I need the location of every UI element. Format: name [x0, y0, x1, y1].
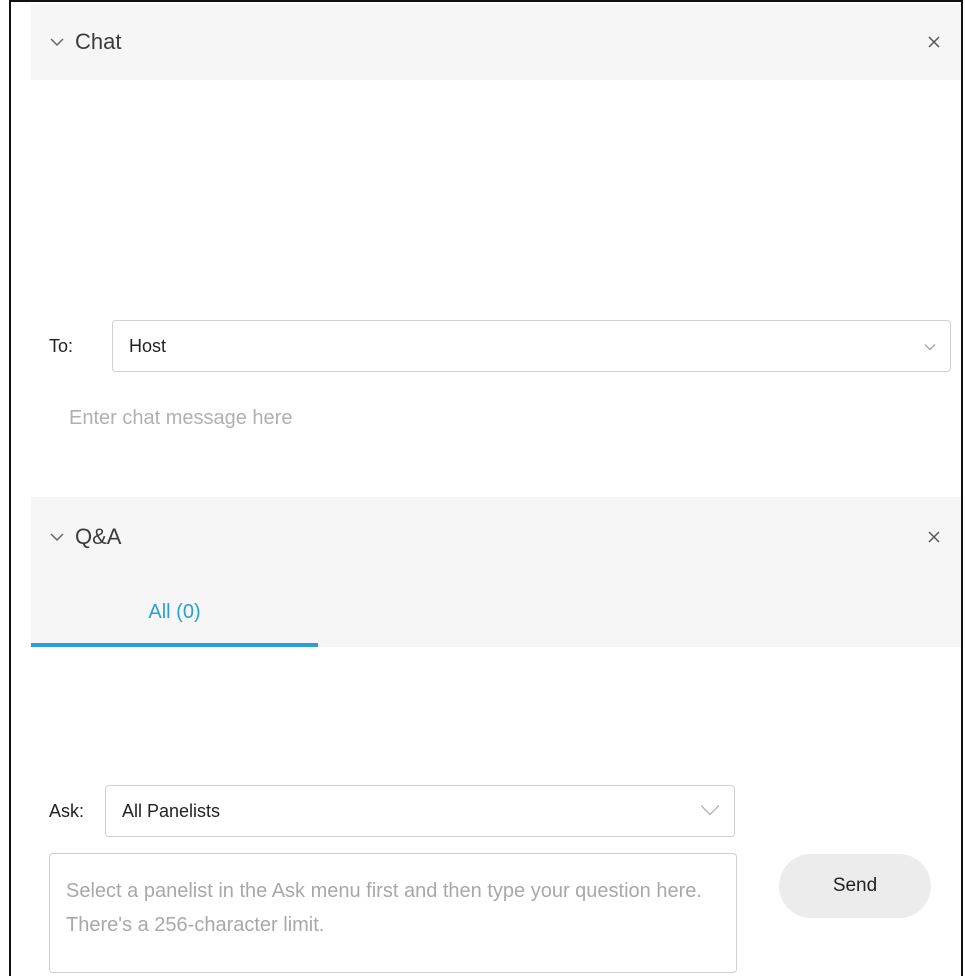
qa-tabs: All (0) — [31, 577, 961, 647]
active-tab-indicator — [31, 643, 318, 647]
ask-target-value: All Panelists — [122, 800, 221, 821]
question-input[interactable] — [66, 874, 720, 952]
chat-message-input[interactable] — [69, 400, 769, 436]
recipient-value: Host — [129, 335, 167, 356]
chat-title: Chat — [75, 29, 122, 54]
chat-recipient-row: To: Host — [49, 320, 951, 372]
ask-select[interactable]: All Panelists — [105, 785, 735, 837]
to-label: To: — [49, 335, 74, 356]
chevron-down-icon[interactable] — [49, 34, 65, 50]
chevron-down-icon[interactable] — [924, 336, 936, 357]
close-icon[interactable] — [925, 33, 943, 51]
chevron-down-icon[interactable] — [700, 801, 720, 822]
question-box — [49, 853, 737, 973]
ask-label: Ask: — [49, 800, 85, 821]
qa-title: Q&A — [75, 524, 122, 549]
chat-header[interactable]: Chat — [31, 4, 961, 80]
qa-header[interactable]: Q&A — [31, 497, 961, 577]
tab-all[interactable]: All (0) — [31, 577, 318, 647]
recipient-select[interactable]: Host — [112, 320, 951, 372]
ask-row: Ask: All Panelists — [49, 785, 735, 837]
chevron-down-icon[interactable] — [49, 529, 65, 545]
close-icon[interactable] — [925, 528, 943, 546]
side-panel: Chat To: Host Q&A All (0) Ask: — [9, 0, 963, 976]
send-button[interactable]: Send — [779, 854, 931, 918]
